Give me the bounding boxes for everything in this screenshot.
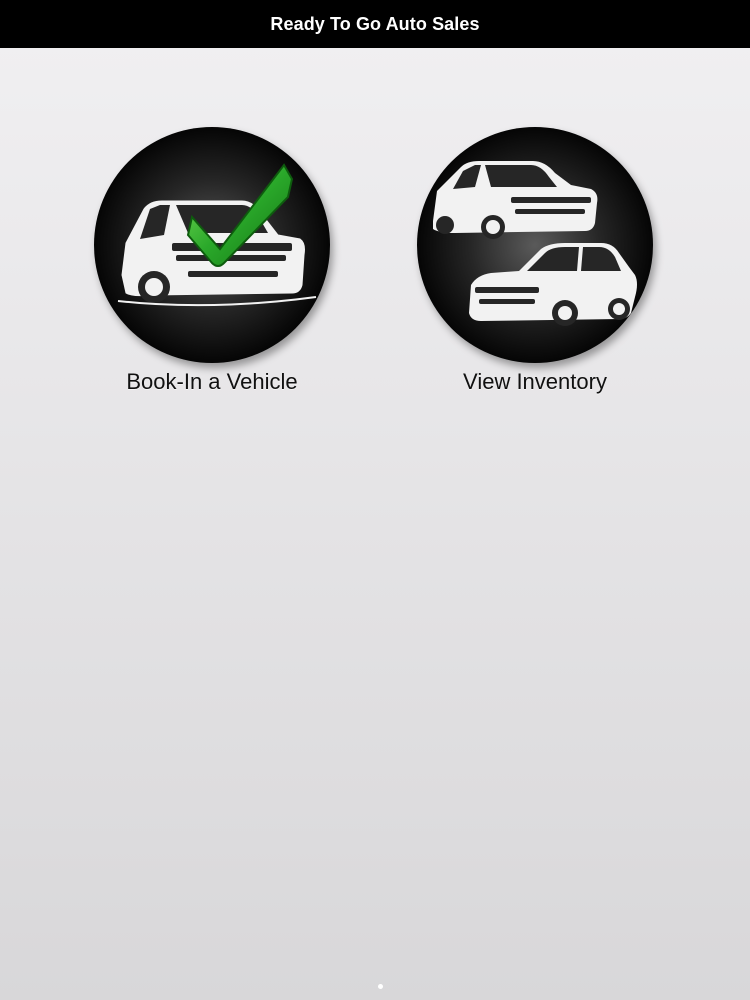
app-title: Ready To Go Auto Sales — [270, 13, 480, 34]
car-checkmark-icon — [94, 127, 330, 363]
book-in-label[interactable]: Book-In a Vehicle — [82, 369, 342, 395]
inventory-disc[interactable] — [415, 125, 655, 365]
view-inventory-label[interactable]: View Inventory — [405, 369, 665, 395]
two-cars-icon — [417, 127, 653, 363]
book-in-disc[interactable] — [92, 125, 332, 365]
title-bar: Ready To Go Auto Sales — [0, 0, 750, 48]
view-inventory-button[interactable]: View Inventory — [405, 125, 665, 395]
book-in-vehicle-button[interactable]: Book-In a Vehicle — [82, 125, 342, 395]
page-indicator-dot — [378, 984, 383, 989]
